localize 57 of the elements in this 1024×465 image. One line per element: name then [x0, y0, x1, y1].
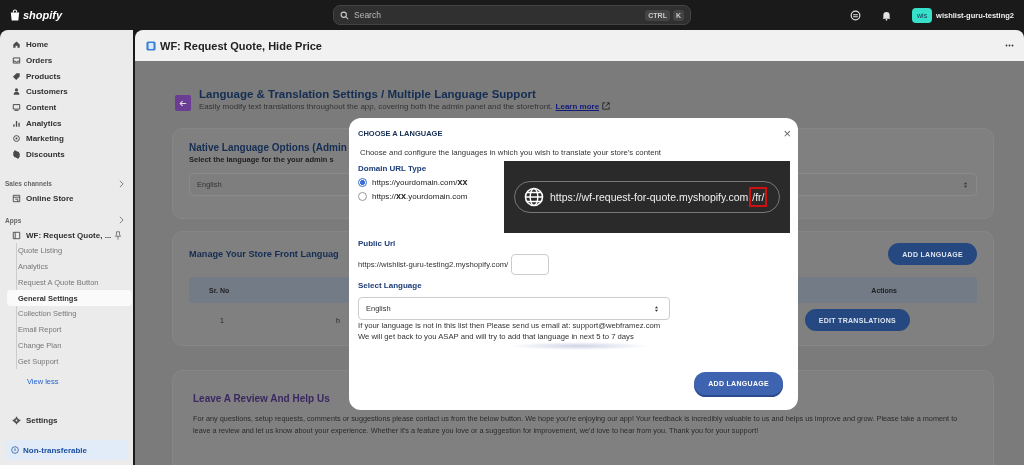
bar-chart-icon — [12, 118, 21, 128]
nav-item[interactable]: Marketing — [5, 131, 128, 147]
caret-icon — [654, 304, 659, 313]
nav-item[interactable]: WF: Request Quote, ... — [5, 227, 128, 243]
settings-icon — [12, 415, 21, 425]
app-icon — [12, 230, 21, 240]
shopping-bag-icon — [10, 9, 20, 21]
highlighted-path: /fr/ — [749, 187, 768, 207]
more-icon — [1005, 44, 1014, 47]
bell-icon — [881, 9, 893, 21]
logo-wordmark: shopify — [23, 9, 63, 21]
caret-icon — [963, 180, 968, 189]
chevron-right-icon — [119, 216, 124, 225]
section-heading: Domain URL Type — [358, 164, 428, 173]
app-title: WF: Request Quote, Hide Price — [160, 39, 322, 52]
card-title: Manage Your Store Front Languag — [189, 249, 339, 259]
nav-item[interactable]: Discounts — [5, 146, 128, 163]
nav-item[interactable]: Analytics — [5, 115, 128, 132]
back-button[interactable] — [175, 95, 191, 111]
section-heading: Public Url — [358, 239, 397, 248]
nav-item[interactable]: Content — [5, 99, 128, 116]
person-icon — [12, 87, 21, 97]
radio-button[interactable] — [358, 191, 367, 201]
nav-item[interactable]: Settings — [5, 412, 128, 428]
nav-item[interactable]: Products — [5, 68, 128, 85]
info-icon — [11, 446, 19, 454]
chevron-right-icon — [119, 179, 124, 188]
card-title: Leave A Review And Help Us — [193, 393, 330, 404]
radio-label[interactable]: https://xx.yourdomain.com — [372, 191, 468, 201]
badge-label: Non-transferable — [23, 445, 87, 455]
chat-icon — [850, 9, 862, 21]
section-heading: Select Language — [358, 281, 423, 290]
arrow-left-icon — [179, 99, 187, 107]
search-icon — [340, 10, 349, 20]
preview-url: https://wf-request-for-quote.myshopify.com — [550, 191, 749, 203]
page-title: Language & Translation Settings / Multiple Language Support — [199, 87, 537, 100]
badge-icon — [12, 150, 21, 160]
nav-item[interactable]: Orders — [5, 52, 128, 69]
nav-item[interactable]: Home — [5, 37, 128, 53]
tag-icon — [12, 71, 21, 81]
app-logo-icon — [146, 40, 156, 51]
globe-icon — [524, 187, 544, 207]
monitor-icon — [12, 103, 21, 113]
close-button[interactable]: × — [783, 126, 791, 140]
radio-label[interactable]: https://yourdomain.com/xx — [372, 177, 468, 187]
inbox-icon — [12, 56, 21, 66]
card-title: Native Language Options (Admin — [189, 142, 347, 153]
search-input[interactable]: Search — [354, 10, 641, 20]
radio-button[interactable] — [358, 177, 367, 187]
nav-item[interactable]: Online Store — [5, 190, 128, 207]
language-code-field[interactable] — [511, 254, 550, 275]
storefront-icon — [12, 193, 21, 203]
nav-item[interactable]: Customers — [5, 84, 128, 100]
external-link-icon — [602, 102, 611, 110]
target-icon — [12, 134, 21, 144]
house-icon — [12, 40, 21, 50]
pin-icon — [114, 230, 122, 240]
